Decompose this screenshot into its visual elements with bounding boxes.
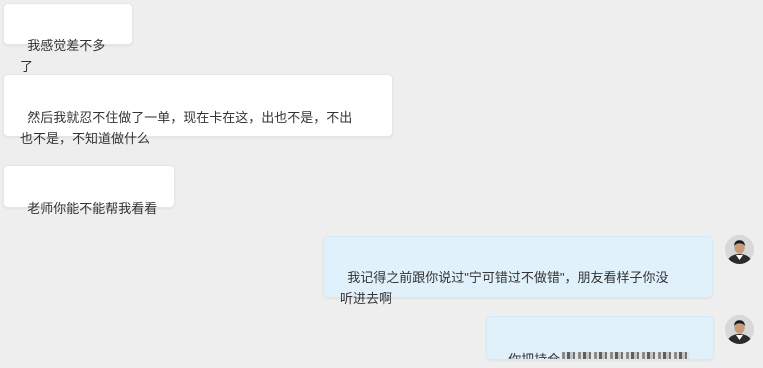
chat-message-incoming: 然后我就忍不住做了一单，现在卡在这，出也不是，不出 也不是，不知道做什么 xyxy=(3,74,393,146)
user-avatar-icon xyxy=(725,235,754,264)
message-text: 老师你能不能帮我看看 xyxy=(27,201,158,216)
avatar[interactable] xyxy=(725,315,754,344)
avatar[interactable] xyxy=(725,235,754,264)
message-text: 我记得之前跟你说过"宁可错过不做错"，朋友看样子你没 听进去啊 xyxy=(340,270,669,306)
chat-message-incoming: 我感觉差不多了 xyxy=(3,3,133,74)
chat-message-outgoing: 我记得之前跟你说过"宁可错过不做错"，朋友看样子你没 听进去啊 xyxy=(323,236,713,306)
user-avatar-icon xyxy=(725,315,754,344)
message-text: 然后我就忍不住做了一单，现在卡在这，出也不是，不出 也不是，不知道做什么 xyxy=(20,110,353,146)
message-text: 你把持仓 xyxy=(508,352,561,360)
redacted-content xyxy=(562,352,691,359)
chat-message-incoming: 老师你能不能帮我看看 xyxy=(3,165,175,216)
chat-message-outgoing: 你把持仓 xyxy=(486,316,714,360)
message-text: 我感觉差不多了 xyxy=(20,38,106,74)
